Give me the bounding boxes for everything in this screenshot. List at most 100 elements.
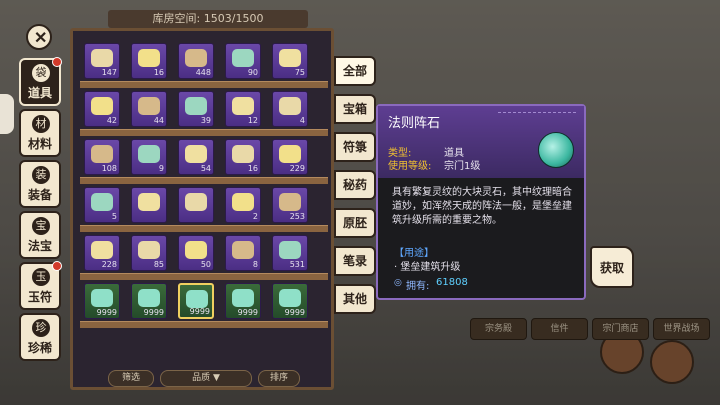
item-count: 16 xyxy=(247,164,258,173)
item-icon xyxy=(185,193,207,211)
item-count: 9 xyxy=(158,164,164,173)
item-count: 39 xyxy=(200,116,211,125)
tab-notes[interactable]: 笔录 xyxy=(334,246,376,276)
shelf-board xyxy=(80,129,328,136)
owned-count: 61808 xyxy=(436,277,468,288)
item-name: 法则阵石 xyxy=(388,116,441,131)
quality-dropdown[interactable]: 品质 ▼ xyxy=(160,370,252,387)
notification-dot xyxy=(52,261,62,271)
owned-label: 拥有: xyxy=(406,281,430,292)
item-slot[interactable]: 50 xyxy=(178,235,214,271)
item-count: 253 xyxy=(289,212,305,221)
tab-embryo[interactable]: 原胚 xyxy=(334,208,376,238)
item-icon xyxy=(138,97,160,115)
category-label: 法宝 xyxy=(27,239,52,253)
item-count: 2 xyxy=(252,212,258,221)
item-slot[interactable]: 16 xyxy=(225,139,261,175)
item-slot[interactable]: 9999 xyxy=(131,283,167,319)
tab-other[interactable]: 其他 xyxy=(334,284,376,314)
item-slot[interactable]: 16 xyxy=(131,43,167,79)
item-count: 54 xyxy=(200,164,211,173)
item-slot[interactable]: 9999 xyxy=(84,283,120,319)
item-slot[interactable] xyxy=(178,187,214,223)
item-slot[interactable]: 8 xyxy=(225,235,261,271)
filter-tabs: 全部 宝箱 符箓 秘药 原胚 笔录 其他 xyxy=(334,56,376,322)
item-icon xyxy=(138,289,160,307)
item-slot[interactable]: 531 xyxy=(272,235,308,271)
category-button-items[interactable]: 袋 道具 xyxy=(19,57,62,106)
treasure-icon: 宝 xyxy=(32,217,50,235)
item-icon xyxy=(232,145,254,163)
category-button-materials[interactable]: 材 材料 xyxy=(19,109,61,157)
side-pet-decoration xyxy=(0,94,14,134)
item-count: 9999 xyxy=(96,308,117,317)
item-icon xyxy=(91,241,113,259)
item-count: 85 xyxy=(153,260,164,269)
tab-chest[interactable]: 宝箱 xyxy=(334,94,376,124)
category-button-jade[interactable]: 玉 玉符 xyxy=(19,261,62,310)
item-slot[interactable]: 9999 xyxy=(225,283,261,319)
item-slot[interactable]: 9 xyxy=(131,139,167,175)
item-icon xyxy=(279,145,301,163)
item-shelf: 108 9 54 16 229 xyxy=(80,136,328,184)
item-icon xyxy=(91,97,113,115)
item-icon xyxy=(185,97,207,115)
sort-button[interactable]: 排序 xyxy=(258,370,300,387)
category-button-rare[interactable]: 珍 珍稀 xyxy=(19,313,61,361)
item-slot[interactable]: 228 xyxy=(84,235,120,271)
item-slot[interactable]: 9999 xyxy=(178,283,214,319)
item-count: 9999 xyxy=(189,307,210,316)
item-slot[interactable]: 108 xyxy=(84,139,120,175)
item-slot[interactable]: 54 xyxy=(178,139,214,175)
item-slot[interactable]: 44 xyxy=(131,91,167,127)
item-slot[interactable]: 229 xyxy=(272,139,308,175)
equipment-icon: 装 xyxy=(32,166,50,184)
item-tooltip: 法则阵石 类型: 道具 使用等级: 宗门1级 具有繁复灵纹的大块灵石，其中纹理暗… xyxy=(376,104,586,300)
category-label: 道具 xyxy=(27,86,52,100)
close-button[interactable]: ✕ xyxy=(26,24,52,50)
item-slot[interactable]: 75 xyxy=(272,43,308,79)
item-shelf: 228 85 50 8 531 xyxy=(80,232,328,280)
item-slot[interactable]: 5 xyxy=(84,187,120,223)
item-icon xyxy=(279,49,301,67)
shelf-board xyxy=(80,81,328,88)
item-count: 4 xyxy=(299,116,305,125)
item-slot[interactable]: 42 xyxy=(84,91,120,127)
item-slot[interactable] xyxy=(131,187,167,223)
item-slot[interactable]: 4 xyxy=(272,91,308,127)
tab-talisman[interactable]: 符箓 xyxy=(334,132,376,162)
category-button-equipment[interactable]: 装 装备 xyxy=(19,160,61,208)
item-slot[interactable]: 2 xyxy=(225,187,261,223)
item-use-header: 【用途】 xyxy=(394,248,434,259)
filter-bar: 筛选 品质 ▼ 排序 xyxy=(108,370,300,387)
item-icon xyxy=(138,241,160,259)
item-icon xyxy=(279,97,301,115)
obtain-button[interactable]: 获取 xyxy=(590,246,634,288)
category-label: 装备 xyxy=(27,188,52,202)
item-icon xyxy=(279,289,301,307)
category-button-treasure[interactable]: 宝 法宝 xyxy=(19,211,61,259)
item-slot[interactable]: 9999 xyxy=(272,283,308,319)
item-icon xyxy=(232,49,254,67)
item-count: 108 xyxy=(101,164,117,173)
item-count: 531 xyxy=(289,260,305,269)
filter-button[interactable]: 筛选 xyxy=(108,370,154,387)
item-icon xyxy=(138,49,160,67)
item-slot[interactable]: 90 xyxy=(225,43,261,79)
item-slot[interactable]: 253 xyxy=(272,187,308,223)
shelf-board xyxy=(80,321,328,328)
item-slot[interactable]: 147 xyxy=(84,43,120,79)
formation-stone-icon xyxy=(538,132,574,168)
item-slot[interactable]: 12 xyxy=(225,91,261,127)
item-count: 9999 xyxy=(237,308,258,317)
category-sidebar: 袋 道具 材 材料 装 装备 宝 法宝 玉 玉符 珍 珍稀 xyxy=(16,57,66,364)
item-level-value: 宗门1级 xyxy=(444,161,481,172)
item-grid: 147 16 448 90 75 42 44 39 12 4 108 9 54 16 229 5 2 253 228… xyxy=(80,40,328,328)
item-count: 9999 xyxy=(284,308,305,317)
item-icon xyxy=(186,290,208,308)
item-slot[interactable]: 448 xyxy=(178,43,214,79)
tab-elixir[interactable]: 秘药 xyxy=(334,170,376,200)
item-slot[interactable]: 39 xyxy=(178,91,214,127)
tab-all[interactable]: 全部 xyxy=(334,56,376,86)
item-slot[interactable]: 85 xyxy=(131,235,167,271)
